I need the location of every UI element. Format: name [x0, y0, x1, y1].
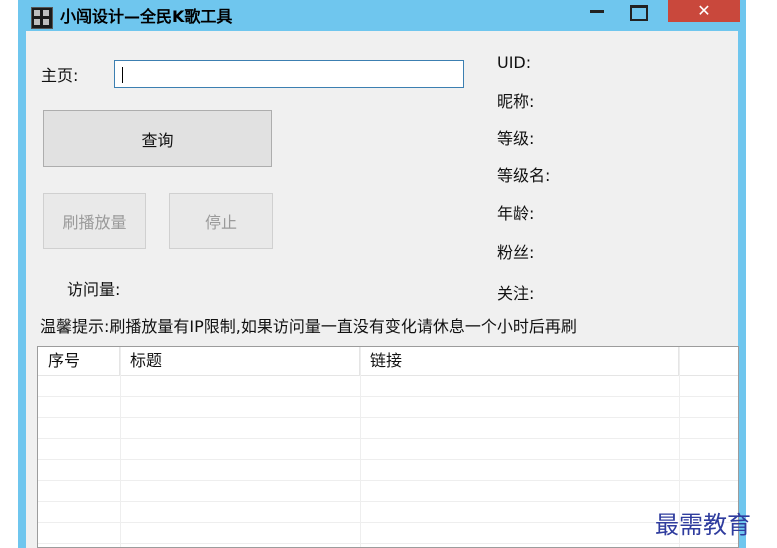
maximize-button[interactable] [630, 5, 648, 21]
fans-label: 粉丝: [497, 243, 535, 262]
column-header-link[interactable]: 链接 [360, 347, 679, 375]
column-divider [120, 347, 121, 547]
row-divider [38, 501, 738, 502]
brush-play-button[interactable]: 刷播放量 [43, 193, 146, 249]
minimize-button[interactable] [590, 10, 604, 14]
text-caret [122, 67, 123, 83]
table-header: 序号 标题 链接 [38, 347, 738, 376]
row-divider [38, 480, 738, 481]
result-table[interactable]: 序号 标题 链接 [37, 346, 739, 548]
app-icon [31, 7, 53, 29]
row-divider [38, 522, 738, 523]
stop-button[interactable]: 停止 [169, 193, 273, 249]
client-area: 主页: 查询 刷播放量 停止 访问量: 温馨提示:刷播放量有IP限制,如果访问量… [26, 31, 739, 548]
close-button[interactable]: ✕ [668, 0, 740, 22]
watermark-text: 最需教育 [655, 511, 751, 539]
row-divider [38, 417, 738, 418]
row-divider [38, 459, 738, 460]
level-label: 等级: [497, 129, 535, 148]
column-header-title[interactable]: 标题 [120, 347, 360, 375]
column-divider [360, 347, 361, 547]
column-header-extra[interactable] [679, 347, 738, 375]
row-divider [38, 438, 738, 439]
tip-text: 温馨提示:刷播放量有IP限制,如果访问量一直没有变化请休息一个小时后再刷 [40, 317, 577, 336]
visits-label: 访问量: [67, 280, 121, 299]
query-button[interactable]: 查询 [43, 110, 272, 167]
row-divider [38, 396, 738, 397]
homepage-input[interactable] [114, 60, 464, 88]
follow-label: 关注: [497, 284, 535, 303]
row-divider [38, 543, 738, 544]
window-title: 小闯设计—全民K歌工具 [60, 7, 233, 26]
column-header-index[interactable]: 序号 [38, 347, 120, 375]
minimize-icon [590, 10, 604, 13]
homepage-label: 主页: [41, 66, 79, 85]
app-window: 小闯设计—全民K歌工具 ✕ 主页: 查询 刷播放量 停止 访问量: 温馨提示:刷… [18, 0, 746, 548]
level-name-label: 等级名: [497, 166, 551, 185]
age-label: 年龄: [497, 204, 535, 223]
uid-label: UID: [497, 53, 532, 72]
nickname-label: 昵称: [497, 92, 535, 111]
